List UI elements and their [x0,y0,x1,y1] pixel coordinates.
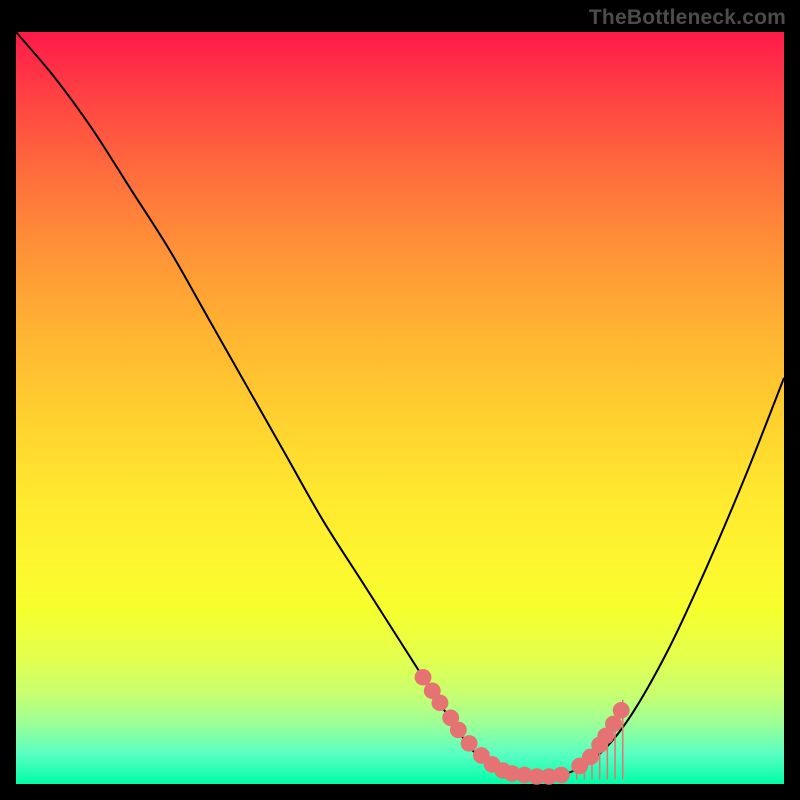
curve-path [16,32,784,777]
marker-dot [415,669,432,686]
chart-frame: TheBottleneck.com [0,0,800,800]
marker-dot [613,702,630,719]
marker-group [415,669,630,785]
marker-dot [461,735,478,752]
chart-svg [16,32,784,784]
watermark-text: TheBottleneck.com [589,6,786,30]
marker-dot [553,767,570,784]
marker-dot [431,695,448,712]
marker-dot [450,722,467,739]
plot-area [16,32,784,784]
